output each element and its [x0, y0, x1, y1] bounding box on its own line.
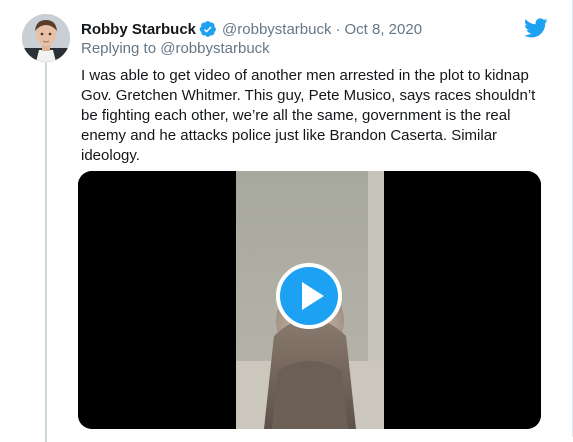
avatar[interactable] — [22, 14, 70, 62]
author-name[interactable]: Robby Starbuck — [81, 21, 196, 38]
reply-mention-link[interactable]: @robbystarbuck — [160, 40, 269, 57]
tweet-card: Robby Starbuck @robbystarbuck · Oct 8, 2… — [0, 0, 573, 442]
play-icon — [302, 282, 324, 310]
twitter-bird-icon[interactable] — [524, 16, 548, 40]
separator-dot: · — [335, 20, 341, 38]
video-player[interactable] — [78, 171, 541, 429]
verified-badge-icon — [199, 20, 217, 38]
play-button[interactable] — [276, 263, 342, 329]
tweet-text: I was able to get video of another men a… — [81, 67, 536, 164]
tweet-date[interactable]: Oct 8, 2020 — [344, 21, 422, 38]
reply-prefix: Replying to — [81, 40, 161, 57]
author-handle[interactable]: @robbystarbuck — [222, 21, 331, 38]
reply-context: Replying to @robbystarbuck — [81, 40, 270, 57]
thread-line — [45, 62, 47, 442]
tweet-header: Robby Starbuck @robbystarbuck · Oct 8, 2… — [81, 18, 422, 40]
